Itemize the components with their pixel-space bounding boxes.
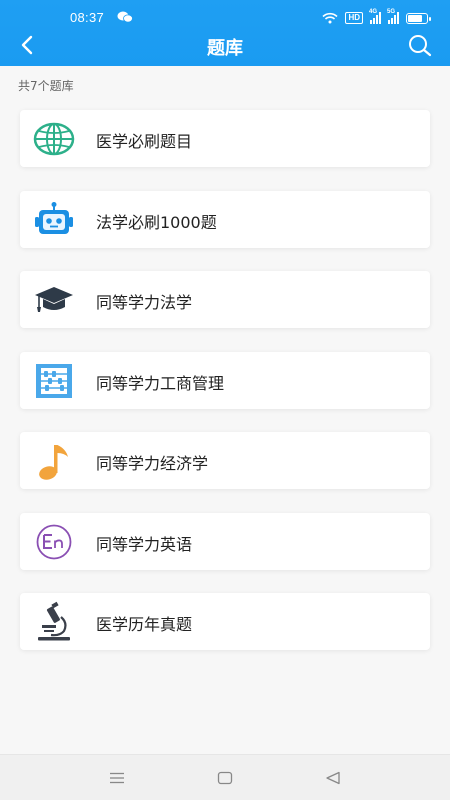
globe-icon (32, 118, 76, 160)
status-time: 08:37 (70, 10, 105, 25)
list-item-equivalent-law[interactable]: 同等学力法学 (20, 271, 430, 328)
hd-badge: HD (345, 12, 363, 24)
list-item-label: 法学必刷1000题 (96, 212, 217, 232)
list-item-equivalent-business[interactable]: 同等学力工商管理 (20, 351, 430, 409)
list-item-medical-past-exams[interactable]: 医学历年真题 (20, 593, 430, 650)
status-bar: 08:37 HD 4G 5G (0, 0, 450, 30)
list-item-label: 医学必刷题目 (96, 132, 193, 151)
list-item-label: 同等学力法学 (96, 293, 193, 312)
list-item-equivalent-economics[interactable]: 同等学力经济学 (20, 432, 430, 489)
list-item-equivalent-english[interactable]: 同等学力英语 (20, 512, 430, 570)
english-icon (32, 521, 76, 563)
music-note-icon (32, 440, 76, 482)
microscope-icon (32, 601, 76, 643)
list-item-medical-must-do[interactable]: 医学必刷题目 (20, 110, 430, 167)
battery-icon (406, 12, 431, 24)
home-button[interactable] (214, 767, 236, 789)
graduation-cap-icon (32, 279, 76, 321)
back-nav-button[interactable] (322, 767, 344, 789)
list-item-label: 同等学力经济学 (96, 454, 209, 473)
signal-icon-2: 5G (387, 9, 399, 24)
menu-button[interactable] (106, 767, 128, 789)
list-item-law-1000[interactable]: 法学必刷1000题 (20, 190, 430, 248)
signal-tag-2: 5G (387, 9, 396, 15)
list-item-label: 医学历年真题 (96, 615, 193, 634)
system-nav-bar (0, 754, 450, 800)
question-bank-list: 医学必刷题目 法学必刷1000题 同等学力法学 同等学力工商管理 同等学力经济学… (20, 110, 430, 674)
header-bar: 08:37 HD 4G 5G 题库 (0, 0, 450, 66)
bank-count: 共7个题库 (18, 79, 74, 93)
robot-icon (32, 199, 76, 241)
list-item-label: 同等学力工商管理 (96, 373, 225, 393)
list-item-label: 同等学力英语 (96, 534, 193, 554)
back-triangle-icon (326, 771, 340, 785)
status-icons: HD 4G 5G (322, 9, 431, 25)
wechat-icon (117, 11, 133, 23)
abacus-icon (32, 360, 76, 402)
search-button[interactable] (406, 33, 434, 59)
wifi-icon (322, 12, 338, 24)
home-square-icon (217, 771, 233, 785)
signal-tag-1: 4G (369, 9, 378, 15)
search-icon (409, 35, 432, 57)
signal-icon: 4G (369, 9, 381, 24)
menu-icon (110, 772, 124, 784)
page-title: 题库 (207, 38, 243, 59)
